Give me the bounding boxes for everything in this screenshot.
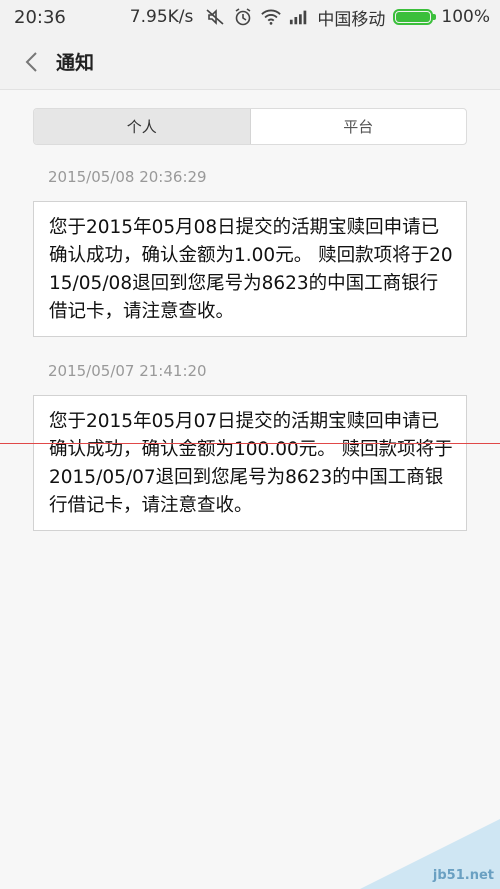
notification-text: 您于2015年05月07日提交的活期宝赎回申请已确认成功，确认金额为100.00… (49, 411, 453, 516)
tab-platform[interactable]: 平台 (251, 109, 467, 144)
back-button[interactable] (18, 47, 44, 77)
mute-icon (205, 7, 225, 27)
red-guide-line (0, 443, 500, 444)
notification-timestamp: 2015/05/07 21:41:20 (48, 362, 207, 380)
notification-screen: 20:36 7.95K/s 中国移动 100% 通知 个人 平台 2015/05… (0, 0, 500, 889)
carrier-name: 中国移动 (317, 9, 386, 30)
notification-card[interactable]: 您于2015年05月08日提交的活期宝赎回申请已确认成功，确认金额为1.00元。… (33, 201, 467, 337)
notification-item: 2015/05/08 20:36:29 您于2015年05月08日提交的活期宝赎… (0, 167, 500, 337)
watermark: jb51.net (350, 819, 500, 889)
wifi-icon (261, 7, 282, 27)
title-bar: 通知 (0, 34, 500, 90)
alarm-icon (233, 7, 253, 27)
tab-personal[interactable]: 个人 (34, 109, 251, 144)
signal-icon (289, 7, 309, 27)
notification-item: 2015/05/07 21:41:20 您于2015年05月07日提交的活期宝赎… (0, 361, 500, 531)
battery-icon (393, 9, 437, 25)
chevron-left-icon (25, 51, 37, 72)
status-time: 20:36 (14, 6, 66, 28)
notification-list: 2015/05/08 20:36:29 您于2015年05月08日提交的活期宝赎… (0, 167, 500, 531)
notification-card[interactable]: 您于2015年05月07日提交的活期宝赎回申请已确认成功，确认金额为100.00… (33, 395, 467, 531)
status-bar: 20:36 7.95K/s 中国移动 100% (0, 0, 500, 34)
notification-timestamp: 2015/05/08 20:36:29 (48, 168, 207, 186)
tab-bar: 个人 平台 (33, 108, 467, 145)
notification-text: 您于2015年05月08日提交的活期宝赎回申请已确认成功，确认金额为1.00元。… (49, 217, 453, 322)
network-speed: 7.95K/s (129, 7, 194, 27)
watermark-text: jb51.net (432, 868, 494, 883)
page-title: 通知 (56, 52, 95, 74)
battery-percent: 100% (441, 7, 490, 27)
